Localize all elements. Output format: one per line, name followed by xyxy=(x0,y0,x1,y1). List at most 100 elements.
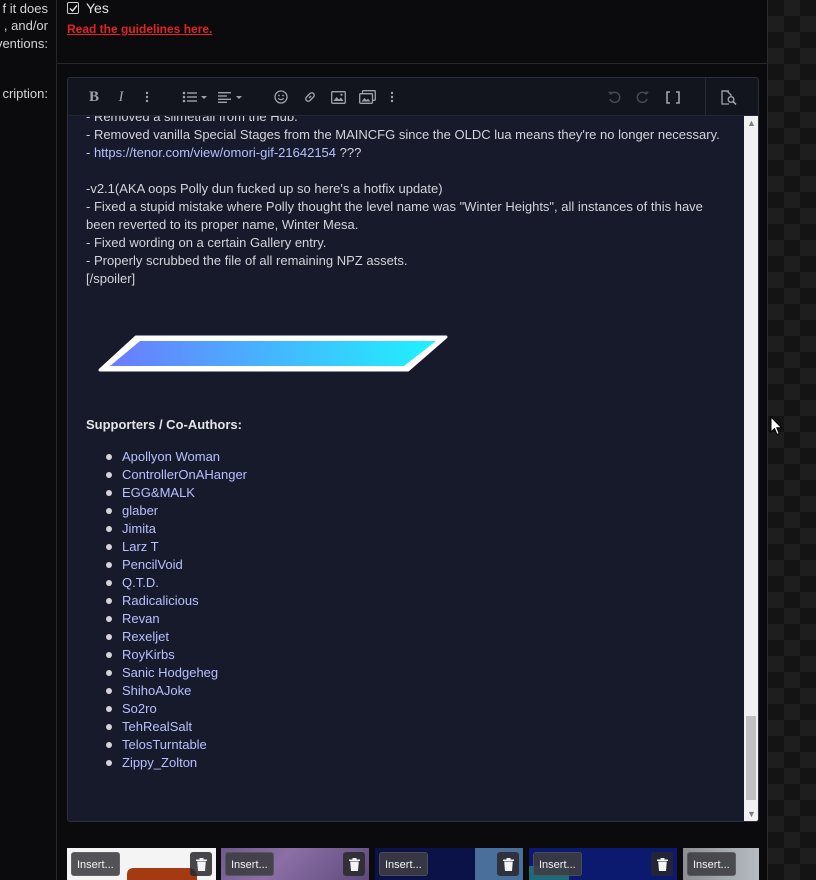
scroll-down-icon[interactable]: ▼ xyxy=(747,809,756,819)
supporter-name: TehRealSalt xyxy=(122,719,193,734)
supporters-list: Apollyon Woman ControllerOnAHanger EGG&M… xyxy=(104,448,247,772)
text-line: - Properly scrubbed the file of all rema… xyxy=(86,253,408,268)
list-item: PencilVoid xyxy=(104,556,247,574)
attachment-thumbnail: Insert... xyxy=(375,848,523,880)
guidelines-confirm-checkbox-row[interactable]: Yes xyxy=(67,0,109,16)
guidelines-link[interactable]: Read the guidelines here. xyxy=(67,22,212,36)
list-item: TehRealSalt xyxy=(104,718,247,736)
list-item: Q.T.D. xyxy=(104,574,247,592)
description-label: cription: xyxy=(2,86,48,101)
align-icon[interactable] xyxy=(218,88,244,106)
supporter-name: Zippy_Zolton xyxy=(122,755,198,770)
attachment-strip: Insert... Insert... Insert... Insert... … xyxy=(67,848,759,880)
delete-attachment-button[interactable] xyxy=(190,852,212,876)
supporter-name: RoyKirbs xyxy=(122,647,175,662)
supporter-name: EGG&MALK xyxy=(122,485,195,500)
list-icon[interactable] xyxy=(181,88,209,106)
attachment-thumbnail: Insert... xyxy=(529,848,677,880)
text-line: [/spoiler] xyxy=(86,271,136,286)
scrollbar-thumb[interactable] xyxy=(746,716,756,800)
bold-icon[interactable]: B xyxy=(86,88,102,106)
divider-banner-image xyxy=(96,333,452,380)
list-item: Rexeljet xyxy=(104,628,247,646)
delete-attachment-button[interactable] xyxy=(343,852,365,876)
list-item: RoyKirbs xyxy=(104,646,247,664)
emoji-icon[interactable] xyxy=(273,88,289,106)
supporter-name: Radicalicious xyxy=(122,593,199,608)
redo-icon[interactable] xyxy=(635,88,651,106)
supporter-name: PencilVoid xyxy=(122,557,183,572)
toolbar-divider xyxy=(705,78,706,116)
text-line: - Fixed a stupid mistake where Polly tho… xyxy=(86,199,703,232)
text-line: - https://tenor.com/view/omori-gif-21642… xyxy=(86,144,744,162)
attachment-thumbnail: Insert... xyxy=(683,848,759,880)
supporter-name: Rexeljet xyxy=(122,629,169,644)
attachment-thumbnail: Insert... xyxy=(67,848,216,880)
supporter-name: Q.T.D. xyxy=(122,575,159,590)
link-icon[interactable] xyxy=(302,88,318,106)
bbcode-toggle-icon[interactable] xyxy=(665,88,681,106)
tenor-link[interactable]: https://tenor.com/view/omori-gif-2164215… xyxy=(94,145,336,160)
list-item: Radicalicious xyxy=(104,592,247,610)
list-item: TelosTurntable xyxy=(104,736,247,754)
supporter-name: Apollyon Woman xyxy=(122,449,221,464)
list-item: Revan xyxy=(104,610,247,628)
more-text-icon[interactable] xyxy=(142,88,152,106)
more-insert-icon[interactable] xyxy=(387,88,397,106)
scroll-up-icon[interactable]: ▲ xyxy=(747,118,756,128)
text-line: - Removed vanilla Special Stages from th… xyxy=(86,127,720,142)
form-labels-column: f it does , and/or ventions: cription: xyxy=(0,0,57,880)
list-item: So2ro xyxy=(104,700,247,718)
media-icon[interactable] xyxy=(358,88,376,106)
list-item: glaber xyxy=(104,502,247,520)
supporters-heading: Supporters / Co-Authors: xyxy=(86,417,242,432)
image-icon[interactable] xyxy=(330,88,346,106)
trash-icon xyxy=(502,857,514,871)
insert-button[interactable]: Insert... xyxy=(71,852,120,876)
supporter-name: ShihoAJoke xyxy=(122,683,192,698)
text-line: - Removed a slimetrail from the Hub. xyxy=(86,116,298,124)
supporter-name: TelosTurntable xyxy=(122,737,207,752)
text-fragment: - xyxy=(86,145,94,160)
editor-content[interactable]: - Removed a slimetrail from the Hub. - R… xyxy=(68,116,744,821)
insert-button[interactable]: Insert... xyxy=(687,852,736,876)
thumbnail-art xyxy=(127,868,197,880)
attachment-thumbnail: Insert... xyxy=(221,848,369,880)
trash-icon xyxy=(195,857,207,871)
insert-button[interactable]: Insert... xyxy=(533,852,582,876)
editor-scrollbar[interactable]: ▲ ▼ xyxy=(744,116,758,821)
list-item: ControllerOnAHanger xyxy=(104,466,247,484)
text-line: -v2.1(AKA oops Polly dun fucked up so he… xyxy=(86,181,443,196)
preview-icon[interactable] xyxy=(719,88,737,106)
form-label: f it does xyxy=(2,1,48,16)
supporter-name: Revan xyxy=(122,611,160,626)
trash-icon xyxy=(656,857,668,871)
list-item: Larz T xyxy=(104,538,247,556)
checkbox[interactable] xyxy=(67,2,79,14)
editor-toolbar: B I xyxy=(68,78,758,116)
divider xyxy=(57,63,767,64)
text-line: - Fixed wording on a certain Gallery ent… xyxy=(86,235,327,250)
delete-attachment-button[interactable] xyxy=(651,852,673,876)
supporter-name: glaber xyxy=(122,503,159,518)
supporter-name: Sanic Hodgeheg xyxy=(122,665,219,680)
form-label: , and/or xyxy=(3,18,48,33)
trash-icon xyxy=(348,857,360,871)
undo-icon[interactable] xyxy=(606,88,622,106)
list-item: Sanic Hodgeheg xyxy=(104,664,247,682)
supporter-name: So2ro xyxy=(122,701,157,716)
list-item: Jimita xyxy=(104,520,247,538)
transparent-backdrop xyxy=(768,0,816,880)
list-item: EGG&MALK xyxy=(104,484,247,502)
insert-button[interactable]: Insert... xyxy=(379,852,428,876)
list-item: Apollyon Woman xyxy=(104,448,247,466)
delete-attachment-button[interactable] xyxy=(497,852,519,876)
insert-button[interactable]: Insert... xyxy=(225,852,274,876)
list-item: Zippy_Zolton xyxy=(104,754,247,772)
form-label: ventions: xyxy=(0,36,48,51)
supporter-name: Larz T xyxy=(122,539,159,554)
checkbox-label: Yes xyxy=(86,0,109,16)
italic-icon[interactable]: I xyxy=(114,88,128,106)
rich-text-editor: B I - Removed a slimetrail from the Hub.… xyxy=(67,77,759,822)
